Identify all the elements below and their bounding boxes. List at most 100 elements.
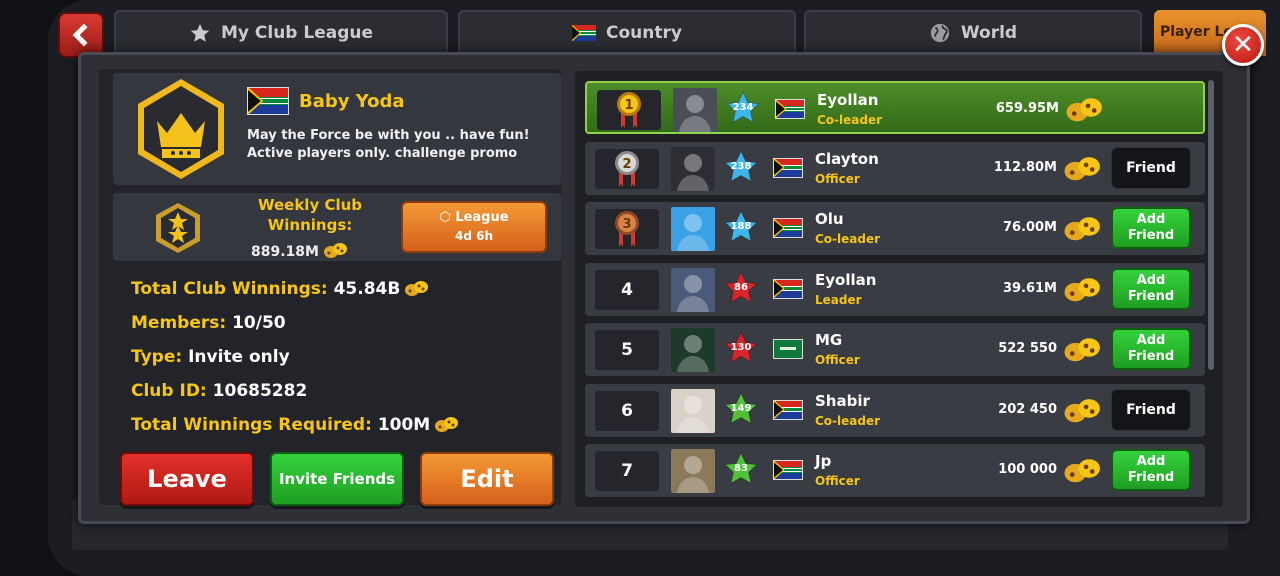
league-label: ⬡ League xyxy=(439,210,509,225)
player-name: Shabir xyxy=(815,391,870,410)
avatar-icon xyxy=(677,153,709,191)
coins-icon xyxy=(435,417,459,432)
close-button[interactable]: ✕ xyxy=(1222,24,1264,66)
club-dialog: Baby Yoda May the Force be with you .. h… xyxy=(78,52,1250,524)
leave-button[interactable]: Leave xyxy=(120,452,254,506)
avatar[interactable] xyxy=(671,267,715,312)
weekly-value-text: 889.18M xyxy=(251,244,319,260)
members-list[interactable]: 1 234 Eyollan Co-leader 659.95M 2 238 Cl… xyxy=(575,71,1223,507)
player-winnings: 76.00M xyxy=(1002,220,1057,235)
club-country-flag xyxy=(247,87,289,115)
member-row[interactable]: 5 130 MG Officer 522 550 Add Friend xyxy=(585,323,1205,376)
player-winnings: 39.61M xyxy=(1002,280,1057,296)
tab-my-club-league[interactable]: My Club League xyxy=(114,10,448,56)
stat-key: Total Winnings Required: xyxy=(131,415,372,435)
rank-number: 1 xyxy=(624,98,633,113)
member-row[interactable]: 1 234 Eyollan Co-leader 659.95M xyxy=(585,81,1205,134)
club-stat-row: Total Winnings Required: 100M xyxy=(131,415,460,435)
weekly-winnings-value: 889.18M xyxy=(251,241,349,260)
avatar-icon xyxy=(677,335,709,372)
player-winnings: 202 450 xyxy=(998,401,1057,417)
stat-value: Invite only xyxy=(188,347,290,367)
tab-world[interactable]: World xyxy=(804,10,1142,56)
country-flag xyxy=(773,339,803,359)
player-name: Olu xyxy=(815,210,844,228)
invite-friends-button[interactable]: Invite Friends xyxy=(270,452,404,506)
tab-country[interactable]: Country xyxy=(458,10,796,56)
stat-key: Type: xyxy=(131,347,183,367)
rank-number: 7 xyxy=(621,461,633,481)
player-name: Jp xyxy=(815,452,832,470)
add-friend-button[interactable]: Add Friend xyxy=(1111,207,1191,249)
add-friend-button[interactable]: Add Friend xyxy=(1111,328,1191,370)
league-rank-icon xyxy=(156,203,200,253)
rank-number: 4 xyxy=(621,279,633,300)
rank-box: 1 xyxy=(597,90,661,130)
friend-button[interactable]: Friend xyxy=(1111,146,1191,189)
rank-box: 5 xyxy=(595,330,659,370)
rank-number: 2 xyxy=(622,157,631,172)
rank-number: 3 xyxy=(622,217,631,232)
tab-label: Player Le xyxy=(1160,24,1233,40)
member-row[interactable]: 2 238 Clayton Officer 112.80M Friend xyxy=(585,141,1205,195)
coins-icon xyxy=(1064,398,1100,422)
members-scrollbar[interactable] xyxy=(1208,80,1214,370)
avatar[interactable] xyxy=(671,207,715,251)
coins-icon xyxy=(323,243,347,258)
avatar[interactable] xyxy=(671,449,715,493)
coins-icon xyxy=(1064,217,1100,241)
avatar-icon xyxy=(679,95,711,132)
player-level: 188 xyxy=(730,221,752,232)
level-star-icon: 188 xyxy=(723,209,759,245)
club-stat-row: Type: Invite only xyxy=(131,347,290,367)
country-flag xyxy=(773,218,803,238)
league-button[interactable]: ⬡ League 4d 6h xyxy=(401,201,547,253)
player-level: 83 xyxy=(734,463,748,474)
player-level: 238 xyxy=(730,160,752,172)
member-row[interactable]: 4 86 Eyollan Leader 39.61M Add Friend xyxy=(585,262,1205,316)
club-name: Baby Yoda xyxy=(299,91,405,112)
rank-box: 2 xyxy=(595,148,659,189)
avatar[interactable] xyxy=(671,328,715,372)
player-name: Eyollan xyxy=(817,91,879,109)
member-row[interactable]: 7 83 Jp Officer 100 000 Add Friend xyxy=(585,444,1205,497)
friend-button[interactable]: Friend xyxy=(1111,388,1191,431)
stat-key: Total Club Winnings: xyxy=(131,279,328,299)
tab-label: World xyxy=(960,23,1018,43)
add-friend-button[interactable]: Add Friend xyxy=(1111,449,1191,491)
level-star-icon: 234 xyxy=(725,90,761,126)
add-friend-button[interactable]: Add Friend xyxy=(1111,267,1191,310)
stat-value: 100M xyxy=(377,415,431,435)
coins-icon xyxy=(1064,277,1100,301)
flag-icon xyxy=(572,25,597,41)
avatar-icon xyxy=(677,274,709,312)
player-name: Clayton xyxy=(815,149,879,168)
tab-label: My Club League xyxy=(220,23,374,43)
avatar-icon xyxy=(677,214,709,251)
avatar[interactable] xyxy=(673,88,717,132)
close-icon: ✕ xyxy=(1232,30,1254,60)
player-level: 234 xyxy=(732,102,754,113)
avatar[interactable] xyxy=(671,146,715,191)
tab-label: Country xyxy=(606,23,682,43)
stat-value: 45.84B xyxy=(333,279,401,299)
star-icon xyxy=(190,23,210,42)
coins-icon xyxy=(1066,98,1102,122)
country-flag xyxy=(775,99,805,119)
club-stat-row: Club ID: 10685282 xyxy=(131,381,307,401)
player-role: Co-leader xyxy=(815,232,881,246)
league-label-text: League xyxy=(455,210,509,225)
globe-icon xyxy=(930,23,950,43)
player-name: Eyollan xyxy=(815,270,877,289)
rank-box: 3 xyxy=(595,209,659,249)
member-row[interactable]: 6 149 Shabir Co-leader 202 450 Friend xyxy=(585,383,1205,437)
player-role: Officer xyxy=(815,474,860,488)
player-level: 86 xyxy=(734,281,748,293)
avatar[interactable] xyxy=(671,388,715,433)
rank-medal-icon: 2 xyxy=(615,150,639,187)
edit-button[interactable]: Edit xyxy=(420,452,554,506)
rank-box: 7 xyxy=(595,451,659,491)
member-row[interactable]: 3 188 Olu Co-leader 76.00M Add Friend xyxy=(585,202,1205,255)
country-flag xyxy=(773,399,803,420)
player-winnings: 522 550 xyxy=(998,341,1057,356)
